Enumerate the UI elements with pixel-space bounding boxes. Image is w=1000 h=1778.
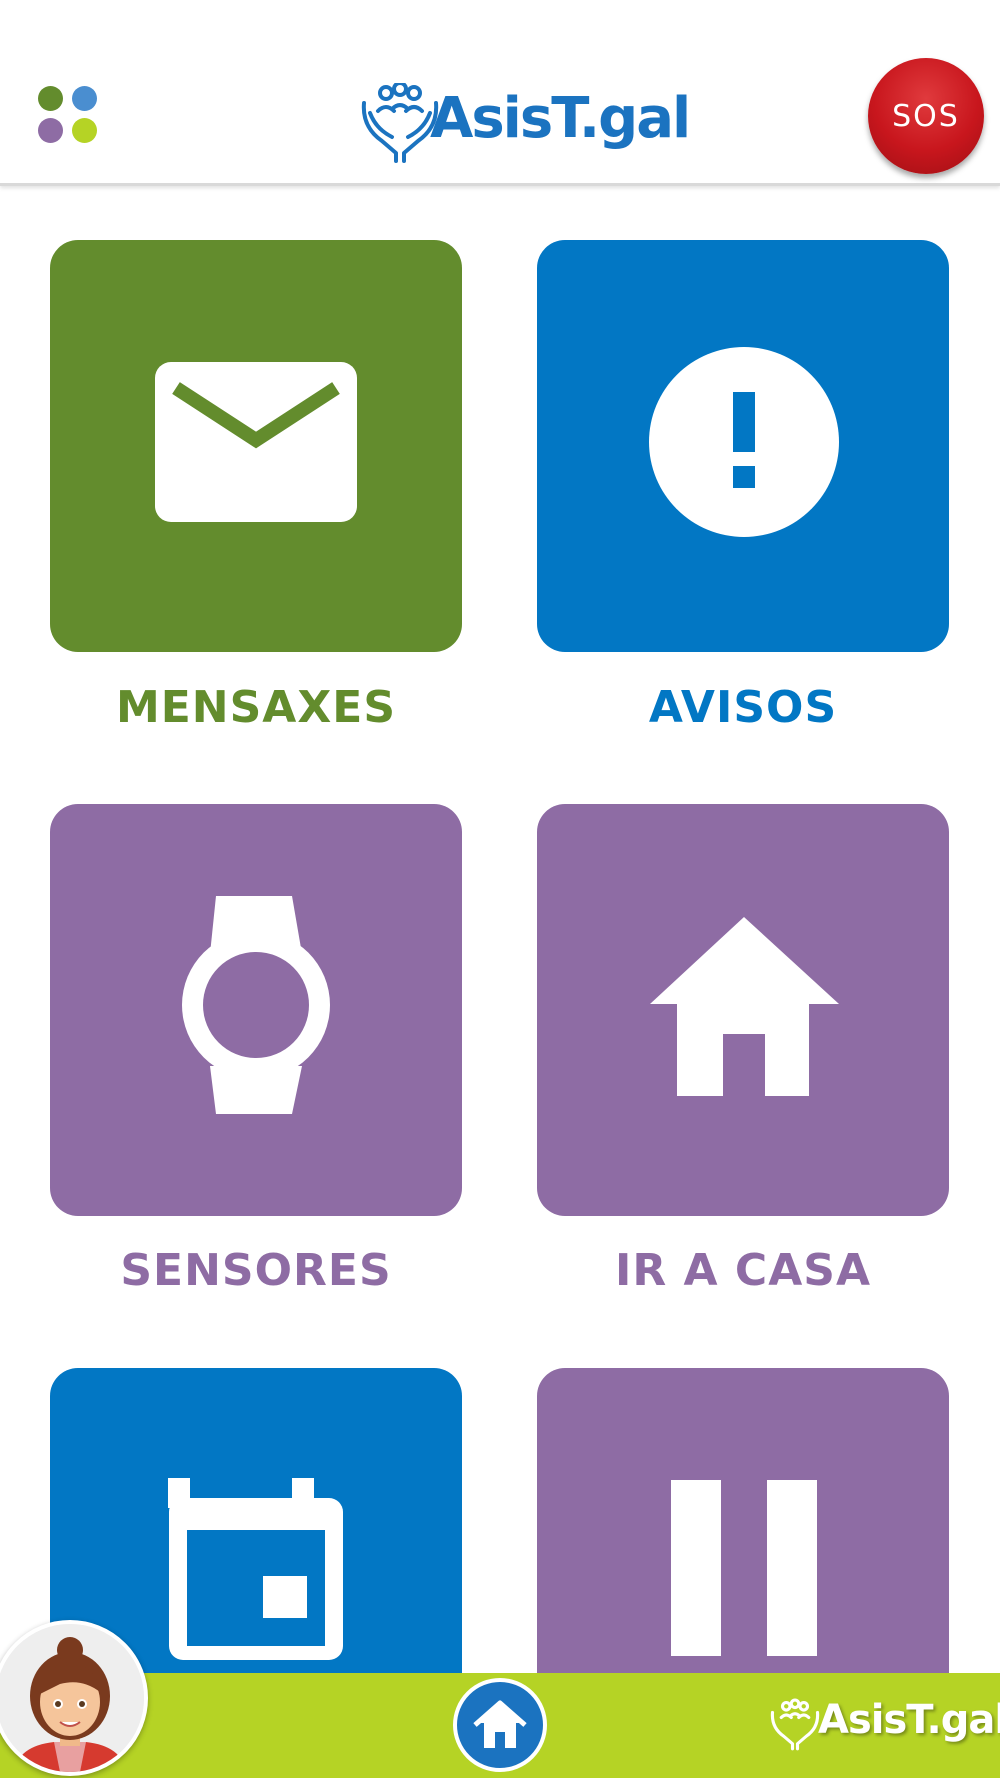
tile-sensores[interactable]	[50, 804, 462, 1216]
tile-label-mensaxes: MENSAXES	[115, 682, 397, 733]
helping-hands-logo-icon	[361, 83, 439, 163]
apps-grid-icon	[38, 86, 63, 111]
app-header: AsisT.gal SOS	[0, 0, 1000, 186]
tile-mensaxes[interactable]	[50, 240, 462, 652]
footer-logo-text: AsisT.gal	[818, 1697, 1000, 1743]
tile-label-sensores: SENSORES	[120, 1245, 392, 1296]
tile-ir-a-casa[interactable]	[537, 804, 949, 1216]
envelope-icon	[155, 362, 357, 522]
apps-menu-button[interactable]	[38, 86, 98, 146]
apps-grid-icon-dot	[38, 118, 63, 143]
home-icon	[473, 1700, 527, 1748]
tile-avisos[interactable]	[537, 240, 949, 652]
app-logo: AsisT.gal	[360, 83, 691, 163]
woman-avatar-icon	[0, 1624, 144, 1772]
pause-icon	[671, 1480, 817, 1656]
logo-text: AsisT.gal	[430, 86, 691, 151]
tile-label-ir-a-casa: IR A CASA	[614, 1245, 872, 1296]
home-icon	[650, 917, 839, 1096]
helping-hands-logo-icon	[770, 1698, 820, 1751]
tile-calendar[interactable]	[50, 1368, 462, 1674]
apps-grid-icon-dot	[72, 118, 97, 143]
footer-home-button[interactable]	[453, 1678, 547, 1772]
watch-icon	[182, 896, 330, 1114]
tile-pause[interactable]	[537, 1368, 949, 1674]
alert-circle-icon	[649, 347, 839, 537]
tile-label-avisos: AVISOS	[648, 682, 838, 733]
sos-button[interactable]: SOS	[868, 58, 984, 174]
apps-grid-icon-dot	[72, 86, 97, 111]
footer-logo: AsisT.gal	[770, 1693, 1000, 1757]
calendar-icon	[168, 1478, 343, 1660]
